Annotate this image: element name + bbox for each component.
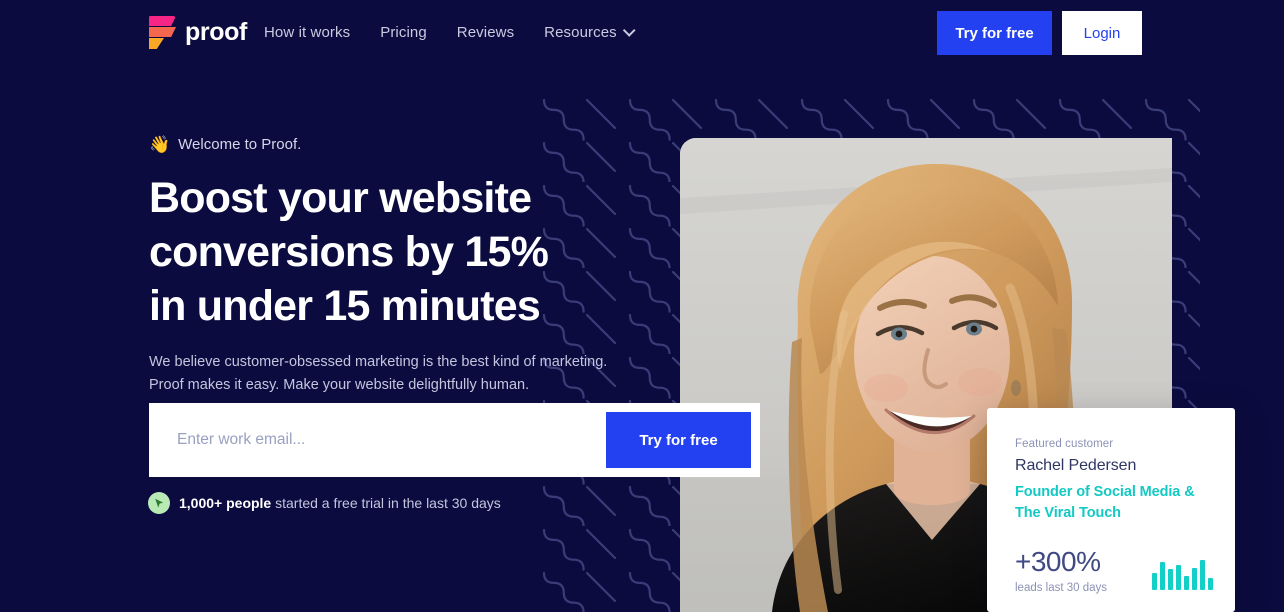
sparkline-bar-3	[1168, 569, 1173, 590]
hero-try-for-free-button[interactable]: Try for free	[606, 412, 751, 468]
featured-customer-name: Rachel Pedersen	[1015, 457, 1137, 474]
proof-logo-icon	[149, 16, 176, 49]
header-try-for-free-button[interactable]: Try for free	[937, 11, 1052, 55]
waving-hand-icon: 👋	[149, 135, 171, 154]
metric-caption: leads last 30 days	[1015, 582, 1108, 594]
social-proof-text: 1,000+ people started a free trial in th…	[179, 495, 501, 511]
nav-label: Reviews	[456, 24, 515, 41]
featured-customer-role-line-2: The Viral Touch	[1015, 505, 1121, 521]
sparkline-bar-8	[1208, 578, 1213, 590]
nav-item-reviews[interactable]: Reviews	[457, 24, 514, 41]
main-navigation: How it works Pricing Reviews Resources	[264, 24, 636, 41]
brand-name: proof	[185, 18, 247, 46]
header-login-button[interactable]: Login	[1062, 11, 1142, 55]
social-proof-count: 1,000+ people	[179, 495, 272, 511]
hero-headline: Boost your website conversions by 15% in…	[149, 174, 549, 330]
hero-eyebrow-text: Welcome to Proof.	[178, 136, 302, 153]
metric-value: +300%	[1015, 546, 1101, 577]
social-proof: 1,000+ people started a free trial in th…	[148, 492, 501, 514]
sparkline-bar-2	[1160, 562, 1165, 590]
leads-sparkline-chart	[1152, 558, 1213, 590]
nav-label: How it works	[264, 24, 351, 41]
featured-customer-role: Founder of Social Media & The Viral Touc…	[1015, 482, 1209, 524]
hero-eyebrow: 👋 Welcome to Proof.	[149, 136, 629, 153]
cursor-badge-icon	[148, 492, 170, 514]
social-proof-rest: started a free trial in the last 30 days	[275, 495, 501, 511]
chevron-down-icon	[622, 24, 636, 37]
hero-content: 👋 Welcome to Proof. Boost your website c…	[149, 136, 629, 397]
nav-label: Resources	[544, 24, 617, 41]
nav-item-resources[interactable]: Resources	[544, 24, 636, 41]
sparkline-bar-4	[1176, 565, 1181, 590]
sparkline-bar-5	[1184, 576, 1189, 590]
metric-block: +300% leads last 30 days	[1015, 546, 1108, 595]
proof-logo[interactable]: proof	[149, 16, 247, 49]
featured-customer-role-line-1: Founder of Social Media &	[1015, 484, 1195, 500]
featured-customer-card: Featured customer Rachel Pedersen Founde…	[987, 408, 1235, 612]
sparkline-bar-6	[1192, 568, 1197, 590]
featured-customer-label: Featured customer	[1015, 438, 1114, 450]
nav-item-how-it-works[interactable]: How it works	[264, 24, 350, 41]
page-root: proof How it works Pricing Reviews Resou…	[0, 0, 1284, 612]
featured-customer-metrics: +300% leads last 30 days	[1015, 548, 1213, 594]
sparkline-bar-1	[1152, 573, 1157, 590]
email-signup-form: Try for free	[149, 403, 760, 477]
work-email-input[interactable]	[149, 403, 606, 477]
header-actions: Try for free Login	[937, 11, 1142, 55]
hero-subtext: We believe customer-obsessed marketing i…	[149, 354, 608, 393]
site-header: proof How it works Pricing Reviews Resou…	[0, 0, 1284, 66]
nav-item-pricing[interactable]: Pricing	[380, 24, 427, 41]
nav-label: Pricing	[380, 24, 427, 41]
sparkline-bar-7	[1200, 560, 1205, 590]
cursor-arrow-icon	[154, 498, 163, 508]
